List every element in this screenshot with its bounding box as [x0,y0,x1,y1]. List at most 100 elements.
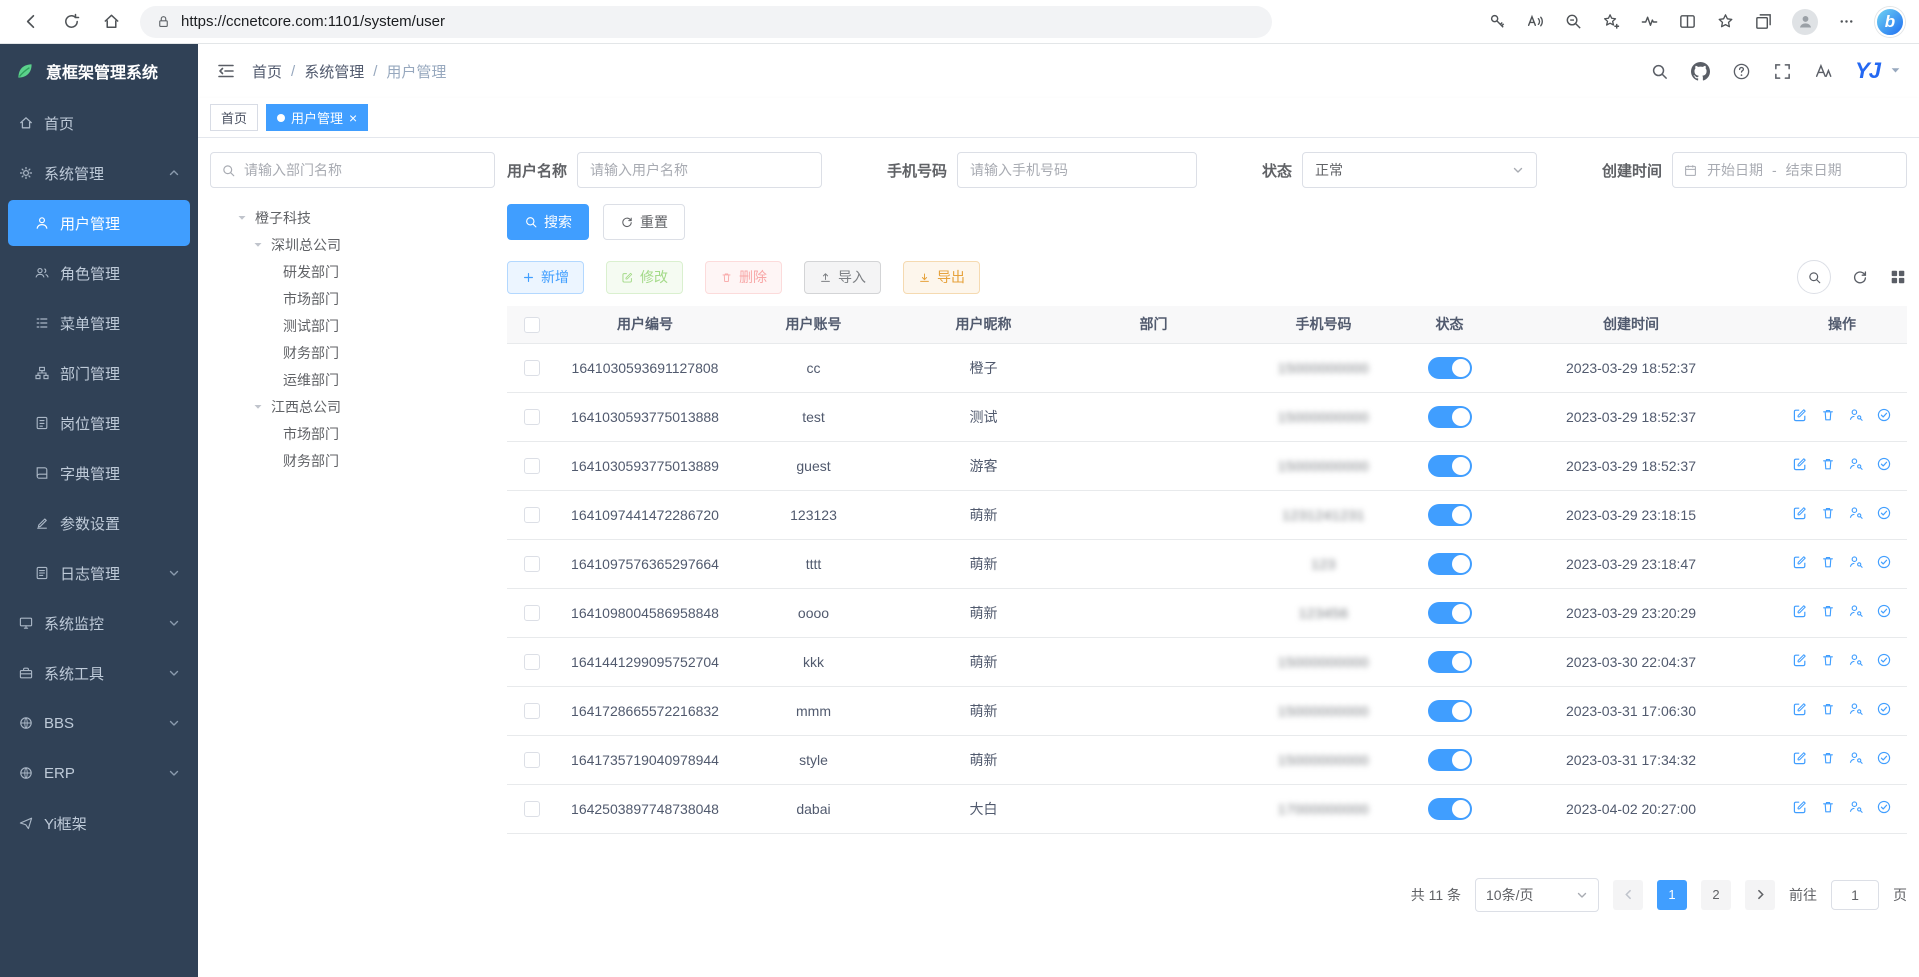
reset-password-icon[interactable] [1848,554,1864,570]
caret-down-icon[interactable] [250,402,266,412]
sidebar-item-home[interactable]: 首页 [0,98,198,148]
assign-role-icon[interactable] [1876,554,1892,570]
table-layout-icon[interactable] [1889,268,1907,286]
edit-action-icon[interactable] [1792,652,1808,668]
edit-action-icon[interactable] [1792,456,1808,472]
sidebar-item-system-management[interactable]: 系统管理 [0,148,198,198]
tree-node[interactable]: 市场部门 [210,420,495,447]
row-checkbox[interactable] [524,654,540,670]
row-checkbox[interactable] [524,360,540,376]
assign-role-icon[interactable] [1876,701,1892,717]
row-checkbox[interactable] [524,801,540,817]
sidebar-item-param-settings[interactable]: 参数设置 [0,498,198,548]
tree-node[interactable]: 财务部门 [210,339,495,366]
row-checkbox[interactable] [524,409,540,425]
next-page-button[interactable] [1745,880,1775,910]
sidebar-item-role-management[interactable]: 角色管理 [0,248,198,298]
status-toggle[interactable] [1428,651,1472,673]
avatar-caret-icon[interactable] [1890,65,1901,76]
delete-action-icon[interactable] [1820,456,1836,472]
breadcrumb-item[interactable]: 首页 [252,61,282,82]
tree-node[interactable]: 运维部门 [210,366,495,393]
reset-password-icon[interactable] [1848,603,1864,619]
split-screen-icon[interactable] [1678,12,1697,31]
fullscreen-icon[interactable] [1773,62,1792,81]
edit-action-icon[interactable] [1792,554,1808,570]
goto-page-input[interactable] [1831,880,1879,910]
reset-password-icon[interactable] [1848,701,1864,717]
collapse-sidebar-icon[interactable] [216,61,236,81]
row-checkbox[interactable] [524,507,540,523]
status-toggle[interactable] [1428,406,1472,428]
reset-password-icon[interactable] [1848,799,1864,815]
status-toggle[interactable] [1428,504,1472,526]
caret-down-icon[interactable] [234,213,250,223]
status-toggle[interactable] [1428,700,1472,722]
delete-button[interactable]: 删除 [705,261,782,294]
sidebar-item-menu-management[interactable]: 菜单管理 [0,298,198,348]
tree-node[interactable]: 深圳总公司 [210,231,495,258]
sidebar-item-log-management[interactable]: 日志管理 [0,548,198,598]
delete-action-icon[interactable] [1820,750,1836,766]
delete-action-icon[interactable] [1820,603,1836,619]
table-search-icon[interactable] [1797,260,1831,294]
edit-action-icon[interactable] [1792,603,1808,619]
assign-role-icon[interactable] [1876,456,1892,472]
sidebar-item-system-monitor[interactable]: 系统监控 [0,598,198,648]
github-icon[interactable] [1691,62,1710,81]
select-all-checkbox[interactable] [524,317,540,333]
sidebar-item-dept-management[interactable]: 部门管理 [0,348,198,398]
sidebar-item-dict-management[interactable]: 字典管理 [0,448,198,498]
delete-action-icon[interactable] [1820,799,1836,815]
reset-password-icon[interactable] [1848,505,1864,521]
favorites-bar-icon[interactable] [1716,12,1735,31]
page-size-select[interactable]: 10条/页 [1475,878,1599,912]
more-icon[interactable] [1837,12,1856,31]
edit-action-icon[interactable] [1792,505,1808,521]
search-icon[interactable] [1650,62,1669,81]
reload-icon[interactable] [54,5,88,39]
edit-action-icon[interactable] [1792,701,1808,717]
tree-node[interactable]: 测试部门 [210,312,495,339]
import-button[interactable]: 导入 [804,261,881,294]
delete-action-icon[interactable] [1820,407,1836,423]
browser-essentials-icon[interactable] [1640,12,1659,31]
row-checkbox[interactable] [524,703,540,719]
close-tab-icon[interactable]: × [349,111,357,125]
breadcrumb-item[interactable]: 系统管理 [304,61,364,82]
assign-role-icon[interactable] [1876,799,1892,815]
status-toggle[interactable] [1428,602,1472,624]
assign-role-icon[interactable] [1876,603,1892,619]
address-bar[interactable]: https://ccnetcore.com:1101/system/user [140,6,1272,38]
font-size-icon[interactable] [1814,62,1833,81]
sidebar-item-post-management[interactable]: 岗位管理 [0,398,198,448]
prev-page-button[interactable] [1613,880,1643,910]
key-icon[interactable] [1488,12,1507,31]
tab-首页[interactable]: 首页 [210,104,258,131]
avatar[interactable]: YJ [1855,58,1880,84]
assign-role-icon[interactable] [1876,407,1892,423]
status-toggle[interactable] [1428,749,1472,771]
add-button[interactable]: 新增 [507,261,584,294]
status-toggle[interactable] [1428,455,1472,477]
status-toggle[interactable] [1428,553,1472,575]
delete-action-icon[interactable] [1820,652,1836,668]
sidebar-item-user-management[interactable]: 用户管理 [8,200,190,246]
assign-role-icon[interactable] [1876,505,1892,521]
reset-password-icon[interactable] [1848,407,1864,423]
bing-copilot-icon[interactable]: b [1875,7,1905,37]
tree-node[interactable]: 江西总公司 [210,393,495,420]
row-checkbox[interactable] [524,556,540,572]
edit-action-icon[interactable] [1792,407,1808,423]
delete-action-icon[interactable] [1820,554,1836,570]
tree-node[interactable]: 财务部门 [210,447,495,474]
tree-node[interactable]: 研发部门 [210,258,495,285]
back-icon[interactable] [14,5,48,39]
tree-node[interactable]: 橙子科技 [210,204,495,231]
read-aloud-icon[interactable] [1526,12,1545,31]
delete-action-icon[interactable] [1820,505,1836,521]
reset-password-icon[interactable] [1848,750,1864,766]
sidebar-item-erp[interactable]: ERP [0,748,198,798]
table-refresh-icon[interactable] [1851,268,1869,286]
tree-node[interactable]: 市场部门 [210,285,495,312]
